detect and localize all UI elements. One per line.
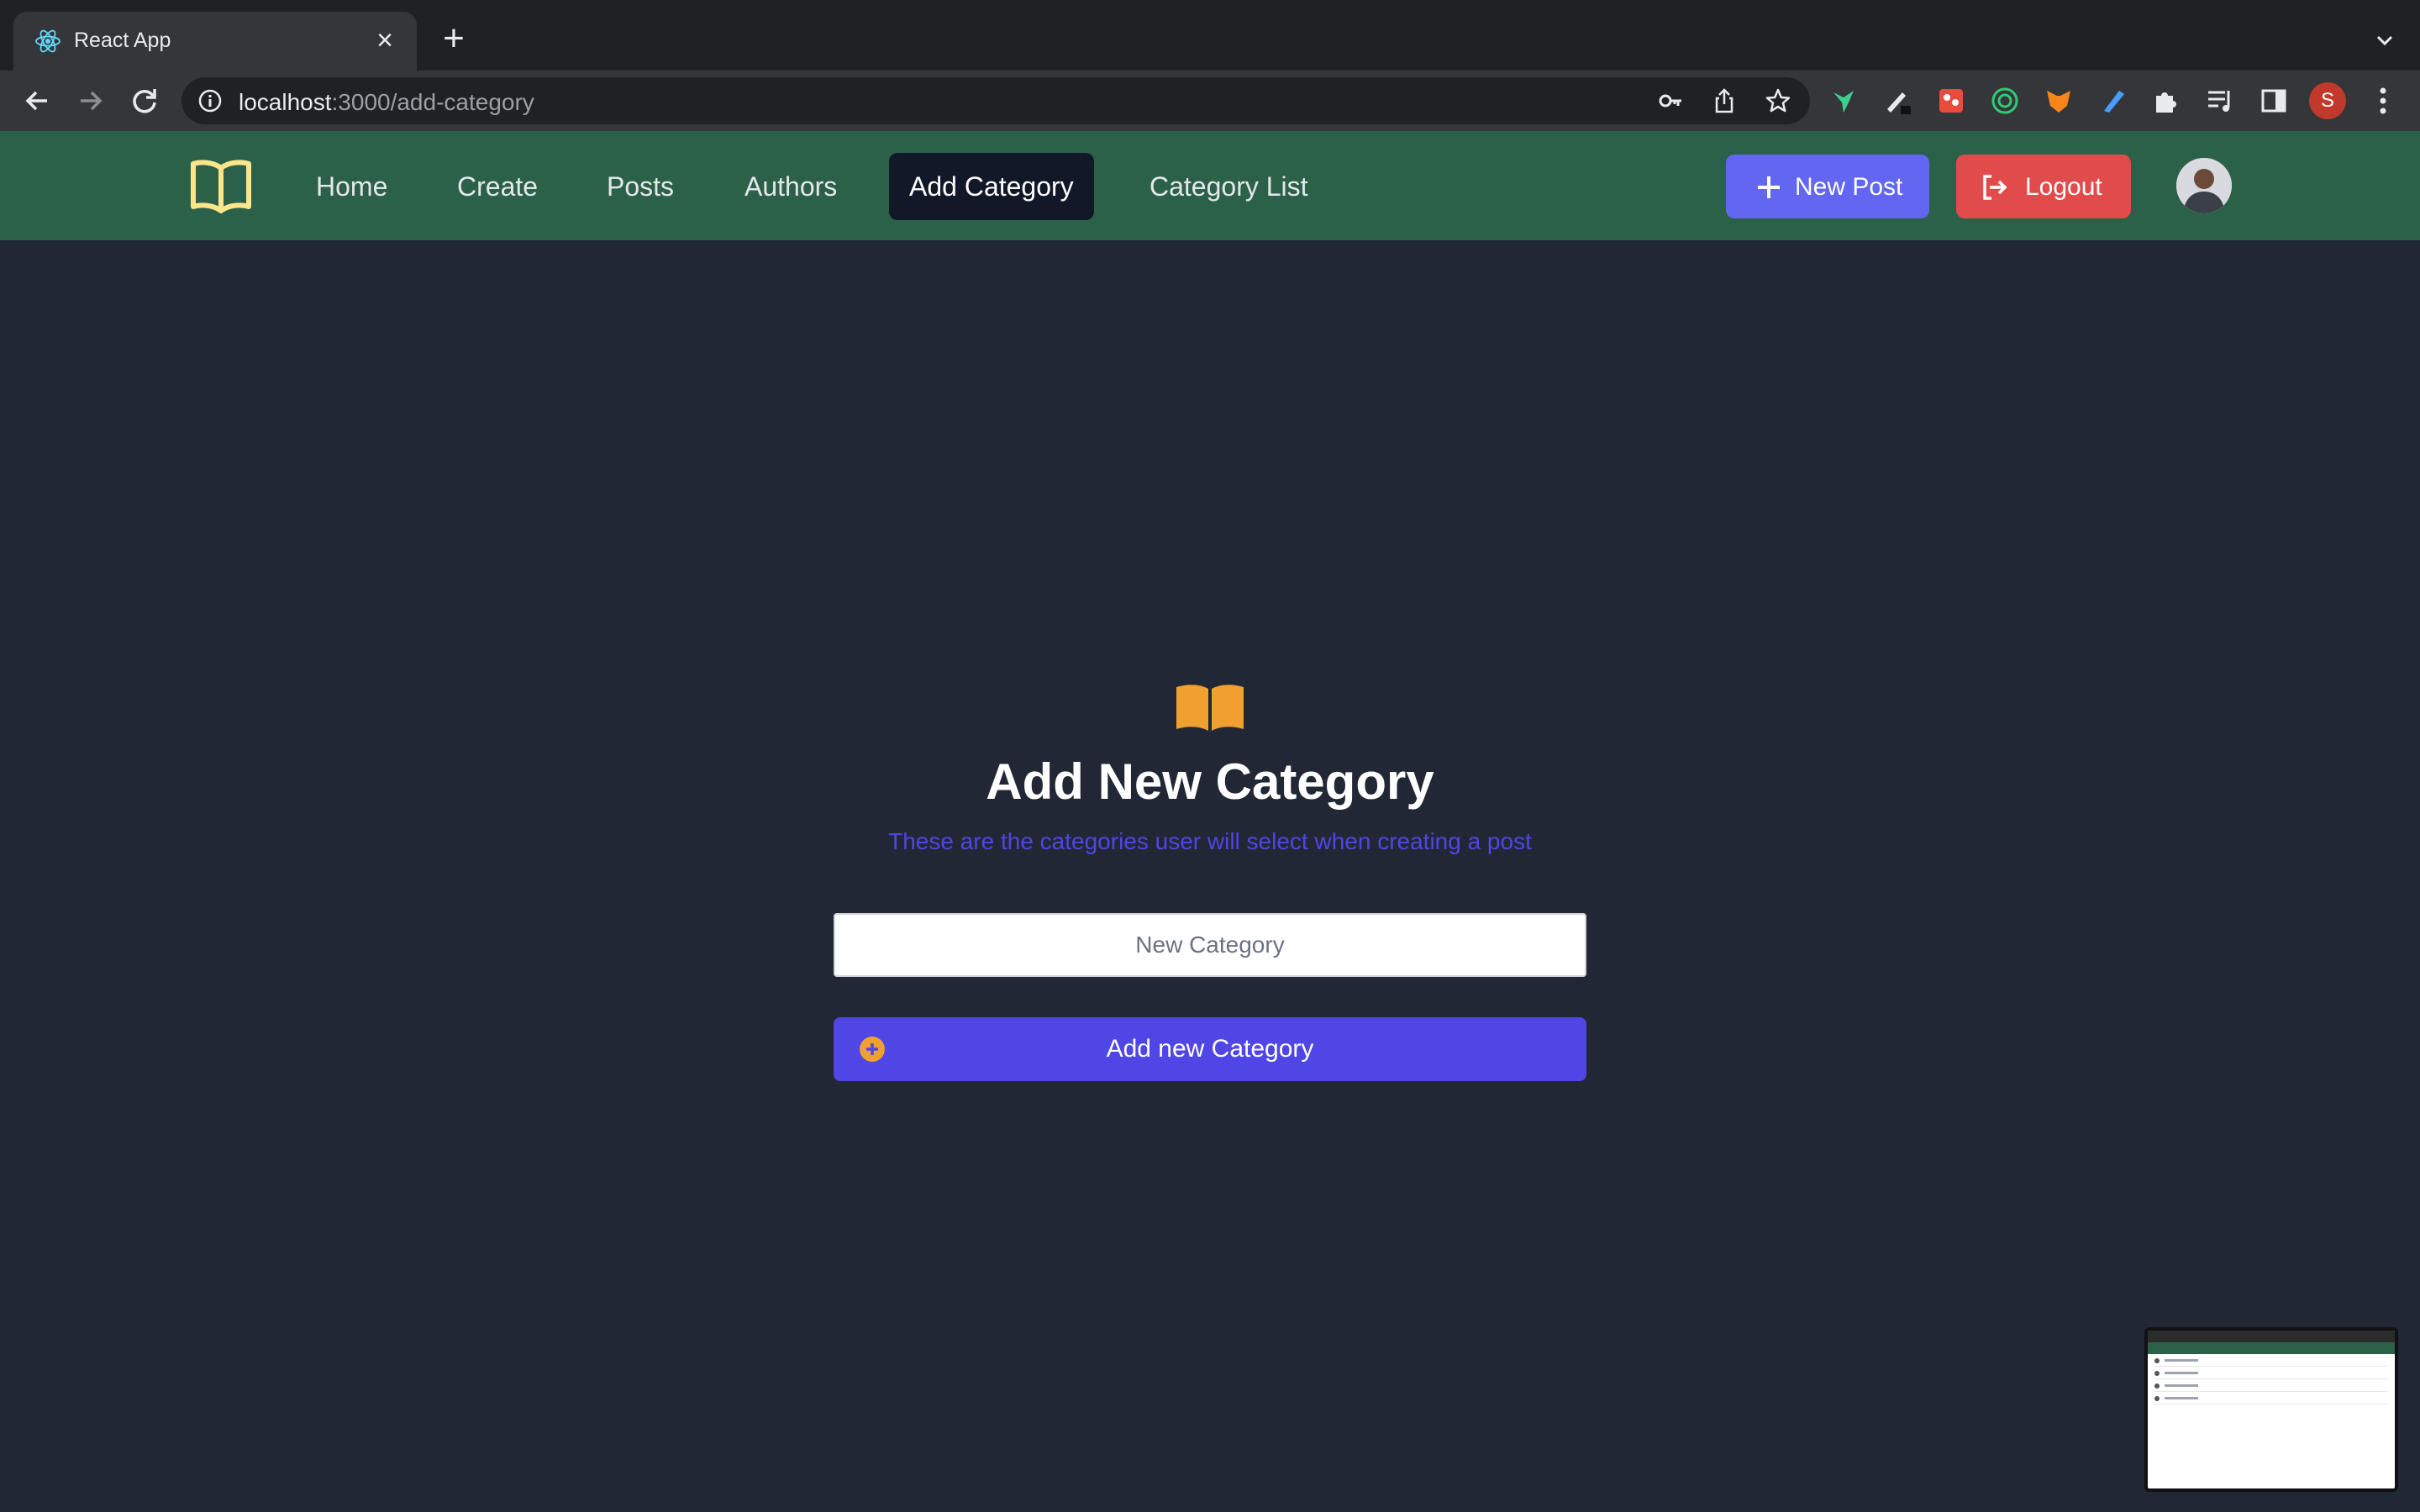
tab-title: React App [74, 29, 171, 52]
thumbnail-row [2154, 1381, 2388, 1392]
forward-arrow-icon[interactable] [72, 82, 109, 119]
highlighter-icon[interactable] [2097, 86, 2128, 116]
new-tab-button[interactable]: + [435, 20, 472, 59]
more-menu-icon[interactable] [2371, 82, 2395, 119]
profile-avatar[interactable]: S [2309, 82, 2346, 119]
nav-home[interactable]: Home [296, 153, 408, 220]
logout-button[interactable]: Logout [1956, 155, 2131, 218]
page-title: Add New Category [986, 753, 1434, 810]
thumbnail-navbar [2148, 1342, 2395, 1354]
thumbnail-row [2154, 1368, 2388, 1379]
url-host: localhost [239, 89, 332, 115]
back-arrow-icon[interactable] [18, 82, 55, 119]
react-icon [35, 29, 60, 53]
nav-authors[interactable]: Authors [724, 153, 857, 220]
thumbnail-row [2154, 1394, 2388, 1404]
plus-icon [1758, 176, 1780, 198]
pen-extension-icon[interactable] [1882, 86, 1912, 116]
share-icon[interactable] [1711, 87, 1738, 114]
user-photo-icon [2176, 158, 2232, 213]
info-icon[interactable] [197, 87, 224, 114]
chevron-down-icon[interactable] [2370, 25, 2400, 55]
url-path: :3000/add-category [331, 89, 534, 115]
thumbnail-chrome [2148, 1331, 2395, 1342]
new-post-button[interactable]: New Post [1726, 155, 1929, 218]
new-post-label: New Post [1795, 173, 1903, 201]
url-text: localhost:3000/add-category [239, 89, 534, 116]
add-new-category-label: Add new Category [1106, 1035, 1314, 1063]
book-logo-icon[interactable] [190, 158, 252, 213]
app-navbar: Home Create Posts Authors Add Category C… [0, 131, 2420, 240]
address-bar[interactable]: localhost:3000/add-category [182, 77, 1810, 124]
logout-label: Logout [2025, 173, 2102, 201]
browser-toolbar: localhost:3000/add-category [0, 71, 2420, 131]
thumbnail-row [2154, 1356, 2388, 1367]
close-tab-icon[interactable]: × [368, 24, 402, 57]
nav-create[interactable]: Create [437, 153, 558, 220]
new-category-input[interactable] [834, 913, 1586, 977]
reload-icon[interactable] [126, 82, 163, 119]
nav-posts[interactable]: Posts [587, 153, 694, 220]
target-extension-icon[interactable] [1990, 86, 2020, 116]
nav-category-list[interactable]: Category List [1129, 153, 1328, 220]
page-subtitle: These are the categories user will selec… [888, 828, 1532, 854]
open-book-icon [1176, 685, 1244, 731]
side-panel-icon[interactable] [2259, 86, 2289, 116]
user-avatar[interactable] [2176, 158, 2232, 213]
plus-circle-icon [860, 1037, 885, 1062]
puzzle-extensions-icon[interactable] [2151, 86, 2181, 116]
add-new-category-button[interactable]: Add new Category [834, 1017, 1586, 1081]
logout-icon [1983, 175, 2007, 200]
nav-add-category[interactable]: Add Category [889, 153, 1094, 220]
browser-tab[interactable]: React App × [13, 12, 417, 71]
key-icon[interactable] [1657, 87, 1684, 114]
screenshot-thumbnail[interactable] [2144, 1327, 2398, 1492]
bird-extension-icon[interactable] [1828, 86, 1859, 116]
star-icon[interactable] [1765, 87, 1791, 114]
browser-tabstrip: React App × + [0, 0, 2420, 71]
puzzle-game-extension-icon[interactable] [1936, 86, 1966, 116]
metamask-fox-icon[interactable] [2044, 86, 2074, 116]
reading-list-icon[interactable] [2205, 86, 2235, 116]
